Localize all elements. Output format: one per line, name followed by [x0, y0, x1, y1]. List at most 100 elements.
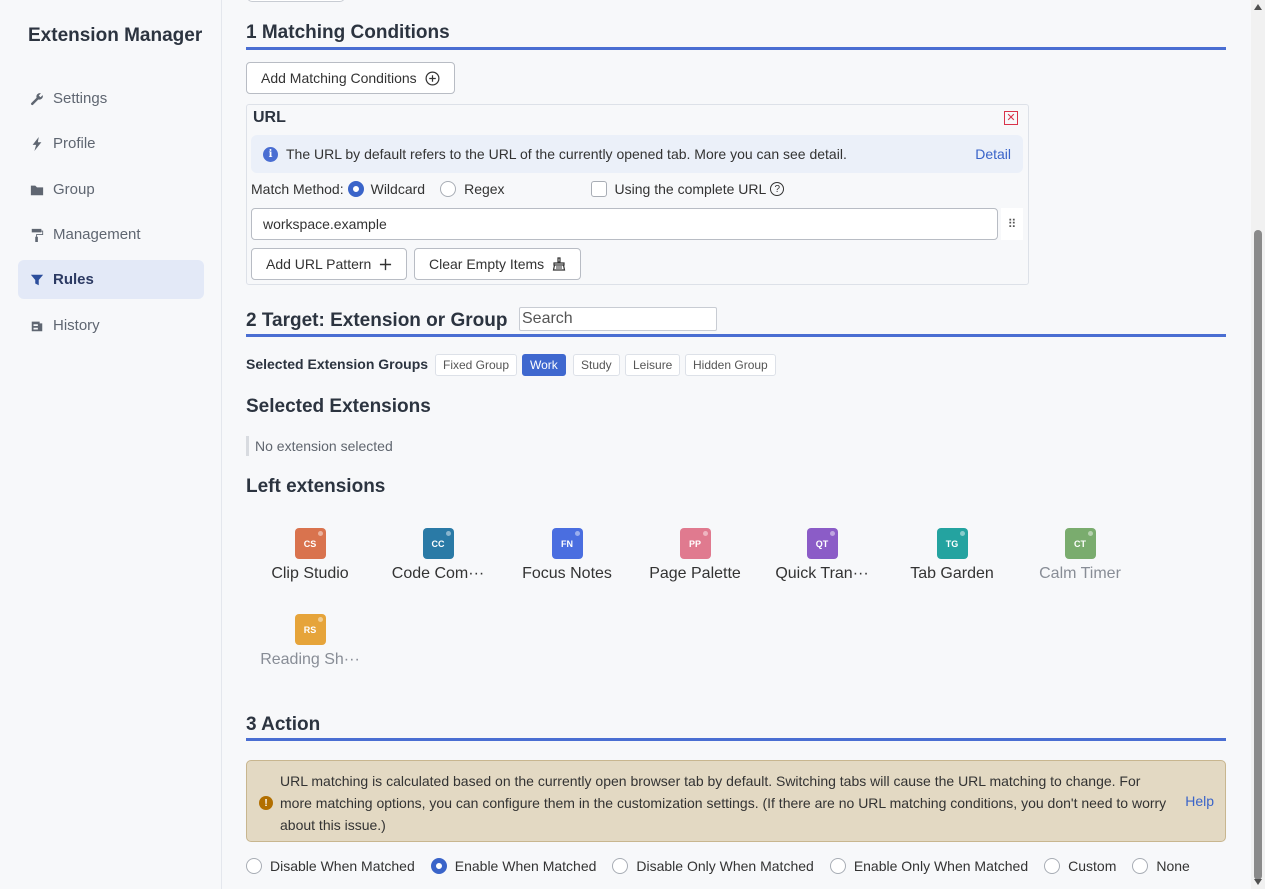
help-icon[interactable]: ? [770, 182, 785, 196]
extension-icon: CS [294, 528, 326, 559]
sidebar-item-history[interactable]: History [18, 306, 204, 345]
empty-selection-note: No extension selected [246, 436, 393, 456]
scroll-up-arrow-icon[interactable] [1254, 4, 1262, 10]
extension-icon: PP [679, 528, 711, 559]
detail-link[interactable]: Detail [975, 146, 1011, 162]
group-tag-fixed-group[interactable]: Fixed Group [435, 354, 518, 376]
sidebar-item-label: Settings [53, 90, 108, 107]
paint-roller-icon [30, 228, 44, 242]
extension-item[interactable]: QT Quick Tran··· [758, 528, 886, 583]
lightning-icon [30, 136, 44, 151]
help-link[interactable]: Help [1185, 793, 1214, 809]
left-extensions-title: Left extensions [246, 476, 386, 497]
radio-button[interactable] [246, 858, 262, 874]
extension-icon: CT [1064, 528, 1096, 559]
section-divider [246, 334, 1226, 337]
search-input[interactable] [519, 307, 717, 331]
extension-name: Code Com··· [391, 565, 485, 582]
action-option-disable-when-matched[interactable]: Disable When Matched [246, 858, 415, 874]
folder-icon [30, 183, 44, 197]
extension-icon: CC [422, 528, 454, 559]
action-option-disable-only-when-matched[interactable]: Disable Only When Matched [612, 858, 814, 874]
group-tag-study[interactable]: Study [573, 354, 620, 376]
radio-button[interactable] [430, 858, 447, 874]
action-option-none[interactable]: None [1132, 858, 1190, 874]
section-divider [246, 738, 1226, 741]
action-options: Disable When Matched Enable When Matched… [246, 856, 1206, 876]
action-title: 3 Action [246, 714, 321, 735]
target-title: 2 Target: Extension or Group [246, 310, 508, 331]
extension-item[interactable]: PP Page Palette [631, 528, 759, 583]
warning-icon: ! [259, 796, 273, 810]
action-option-enable-only-when-matched[interactable]: Enable Only When Matched [829, 858, 1028, 874]
complete-url-checkbox[interactable] [590, 181, 607, 197]
sidebar-item-label: Profile [53, 135, 96, 152]
plus-circle-icon [425, 71, 440, 86]
funnel-icon [30, 273, 44, 287]
url-condition-card: URL ✕ i The URL by default refers to the… [246, 104, 1029, 285]
action-option-enable-when-matched[interactable]: Enable When Matched [430, 858, 597, 874]
option-label: Custom [1068, 858, 1117, 874]
extension-item[interactable]: CT Calm Timer [1016, 528, 1144, 583]
sidebar-item-rules[interactable]: Rules [18, 260, 204, 299]
close-icon[interactable]: ✕ [1004, 111, 1018, 125]
radio-button[interactable] [612, 858, 629, 874]
sidebar-item-label: History [53, 317, 100, 334]
regex-radio[interactable] [440, 181, 457, 197]
button-label: Add URL Pattern [266, 256, 372, 272]
option-label: None [1156, 858, 1190, 874]
regex-label: Regex [464, 181, 505, 197]
main-content: 1 Matching Conditions Add Matching Condi… [223, 0, 1251, 889]
group-tag-leisure[interactable]: Leisure [625, 354, 681, 376]
option-label: Disable When Matched [270, 858, 415, 874]
scrollbar[interactable] [1251, 0, 1265, 889]
sidebar-item-group[interactable]: Group [18, 170, 204, 209]
section-divider [246, 47, 1226, 50]
sidebar-item-management[interactable]: Management [18, 215, 204, 254]
url-pattern-input[interactable] [251, 208, 998, 240]
broom-icon [552, 257, 566, 271]
sidebar-item-settings[interactable]: Settings [18, 79, 204, 118]
clear-empty-items-button[interactable]: Clear Empty Items [414, 248, 582, 280]
info-icon: i [263, 146, 278, 162]
radio-button[interactable] [829, 858, 846, 874]
radio-button[interactable] [1044, 858, 1061, 874]
scrollbar-thumb[interactable] [1254, 230, 1262, 880]
extension-name: Tab Garden [910, 565, 994, 582]
drag-handle-icon[interactable]: ⠿ [1001, 208, 1023, 240]
group-tag-hidden-group[interactable]: Hidden Group [685, 354, 776, 376]
action-option-custom[interactable]: Custom [1044, 858, 1116, 874]
sidebar-item-label: Rules [53, 271, 94, 288]
extension-name: Clip Studio [271, 565, 349, 582]
wildcard-radio[interactable] [347, 181, 364, 197]
extension-item[interactable]: RS Reading Sh··· [246, 614, 374, 669]
option-label: Enable When Matched [454, 858, 597, 874]
extension-name: Quick Tran··· [775, 565, 869, 582]
plus-icon [379, 258, 392, 271]
sidebar-item-profile[interactable]: Profile [18, 124, 204, 163]
scroll-down-arrow-icon[interactable] [1254, 879, 1262, 885]
extension-item[interactable]: CS Clip Studio [246, 528, 374, 583]
history-icon [30, 319, 44, 333]
extension-name: Reading Sh··· [260, 651, 360, 668]
selected-groups-label: Selected Extension Groups [246, 356, 429, 372]
group-tag-work[interactable]: Work [522, 354, 566, 376]
cut-off-button[interactable] [247, 0, 345, 2]
url-label: URL [253, 109, 286, 126]
match-method-row: Match Method: Wildcard Regex Using the c… [251, 179, 1021, 199]
matching-conditions-title: 1 Matching Conditions [246, 22, 450, 43]
info-text: The URL by default refers to the URL of … [286, 146, 847, 162]
extension-item[interactable]: TG Tab Garden [888, 528, 1016, 583]
extension-name: Calm Timer [1039, 565, 1121, 582]
extension-item[interactable]: FN Focus Notes [503, 528, 631, 583]
add-matching-conditions-button[interactable]: Add Matching Conditions [246, 62, 455, 94]
add-url-pattern-button[interactable]: Add URL Pattern [251, 248, 408, 280]
sidebar: Extension Manager Settings Profile Group… [0, 0, 222, 889]
extension-name: Focus Notes [522, 565, 612, 582]
extension-icon: TG [936, 528, 968, 559]
extension-name: Page Palette [649, 565, 741, 582]
sidebar-item-label: Management [53, 226, 141, 243]
app-title: Extension Manager [28, 25, 203, 46]
radio-button[interactable] [1132, 858, 1149, 874]
extension-item[interactable]: CC Code Com··· [374, 528, 502, 583]
